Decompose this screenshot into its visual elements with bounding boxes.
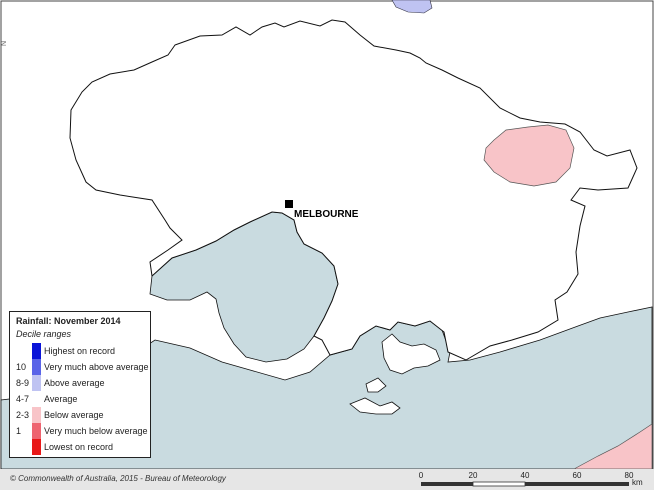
scale-tick-label: 20 (468, 471, 478, 480)
scale-segment (421, 482, 473, 486)
scale-bar (421, 481, 629, 487)
scale-tick-label: 60 (572, 471, 582, 480)
scale-tick-label: 0 (418, 471, 424, 480)
scale-segment (472, 481, 526, 487)
scale-segment (525, 482, 629, 486)
scale-unit: km (632, 478, 643, 487)
scale-tick-label: 40 (520, 471, 530, 480)
map-frame: N MELBOURNE Rainfall: November 2014 Deci… (0, 0, 654, 490)
